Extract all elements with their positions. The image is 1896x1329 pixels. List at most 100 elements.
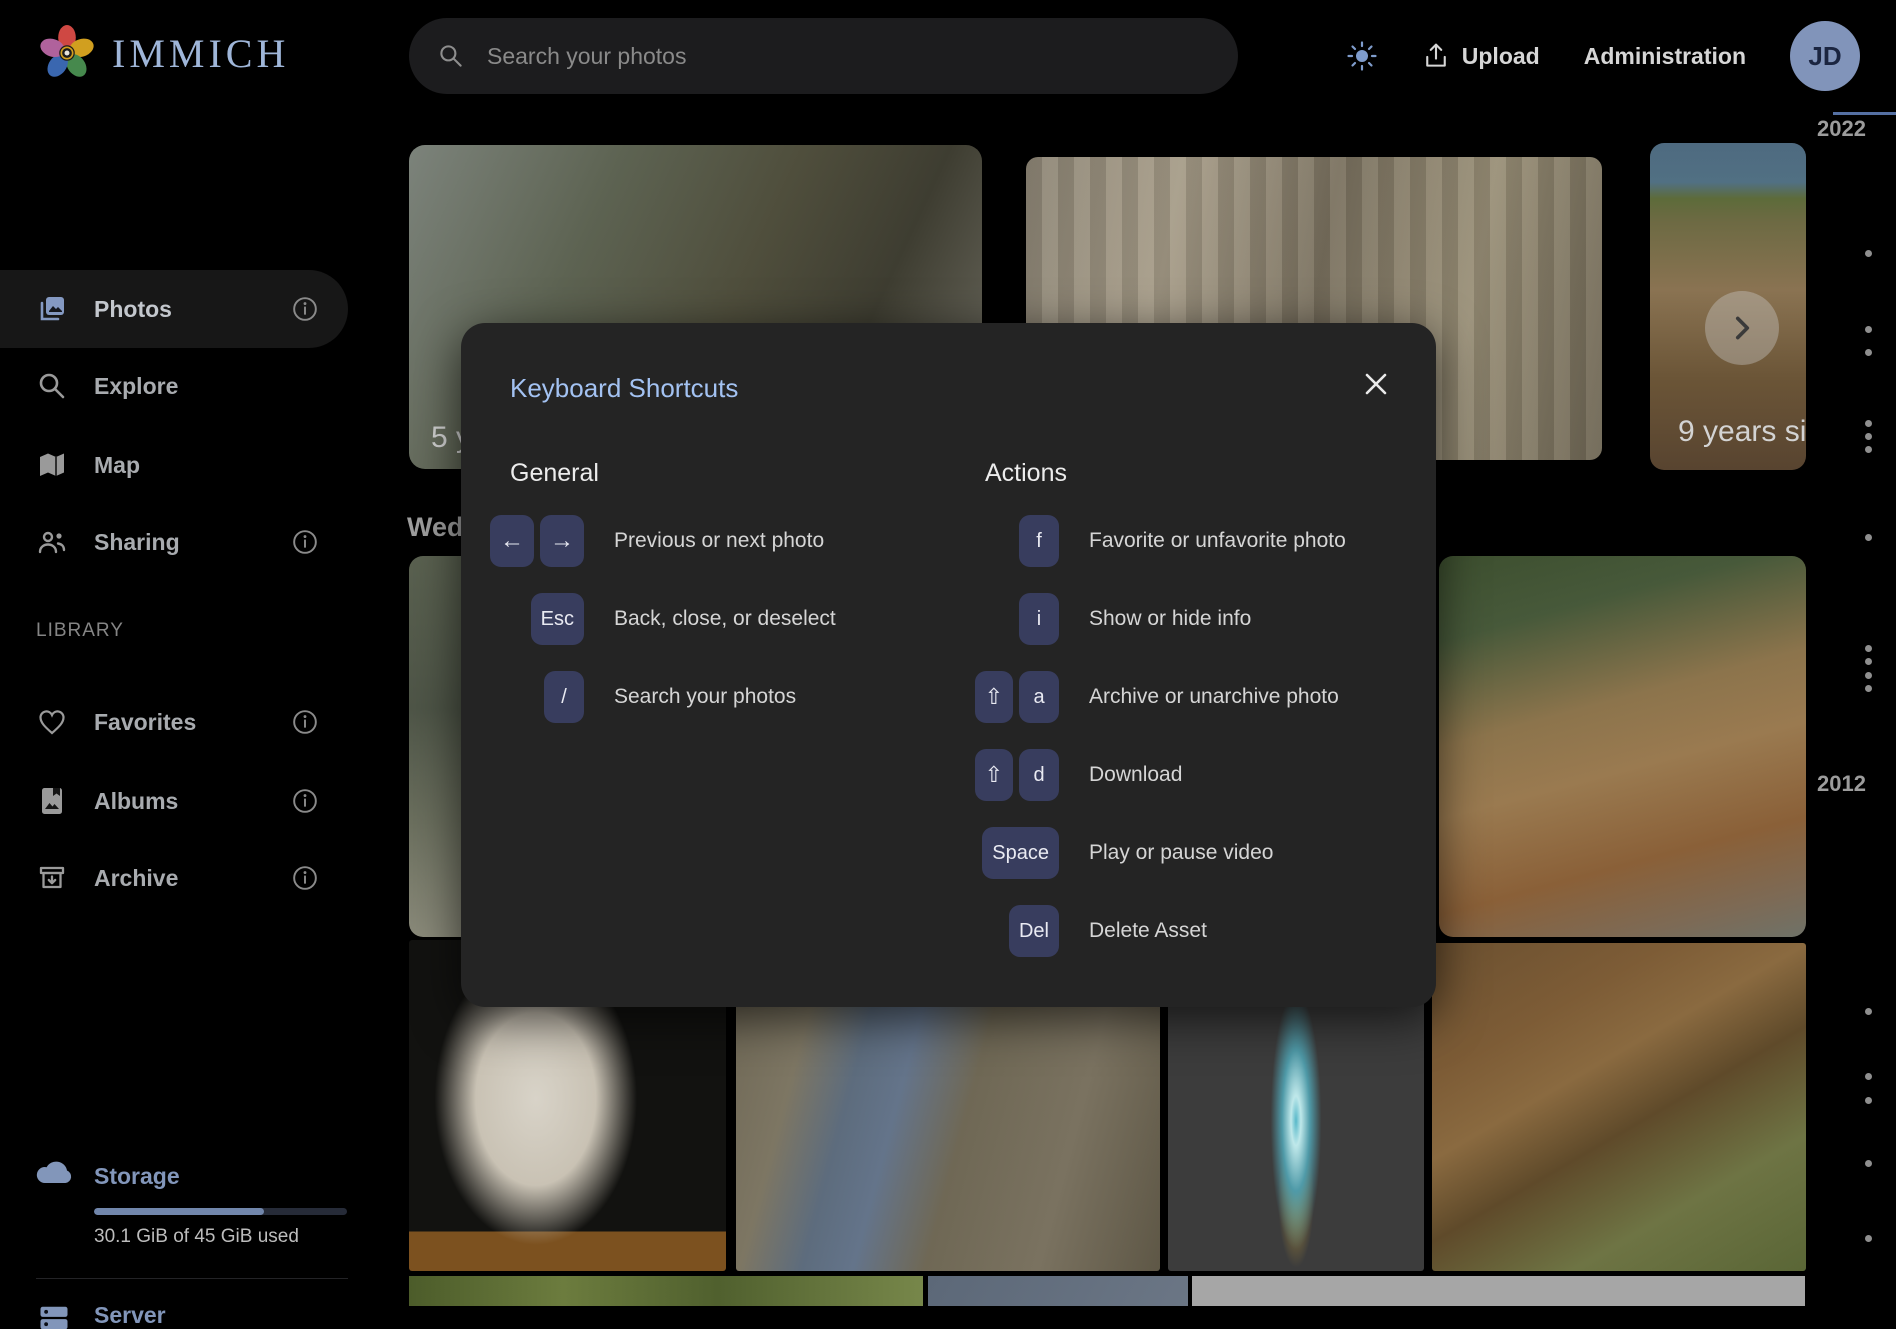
server-icon bbox=[36, 1300, 72, 1329]
album-icon bbox=[36, 785, 68, 817]
sidebar-item-photos[interactable]: Photos bbox=[0, 270, 348, 348]
scrubber-dot bbox=[1865, 645, 1872, 652]
sidebar-item-albums[interactable]: Albums bbox=[0, 762, 348, 840]
shortcut-label: Search your photos bbox=[614, 685, 796, 709]
keycap-arrow-right: → bbox=[540, 515, 584, 567]
search-bar[interactable] bbox=[409, 18, 1238, 94]
photo-thumbnail-sky-strip[interactable] bbox=[928, 1276, 1188, 1306]
scrubber-dot bbox=[1865, 326, 1872, 333]
administration-link[interactable]: Administration bbox=[1584, 43, 1746, 70]
photo-thumbnail-lizard[interactable] bbox=[1432, 943, 1806, 1271]
shortcut-row: ← → Previous or next photo bbox=[510, 502, 950, 580]
sidebar-divider bbox=[36, 1278, 348, 1279]
avatar-initials: JD bbox=[1808, 41, 1841, 72]
upload-icon bbox=[1422, 42, 1450, 70]
immich-logo[interactable]: IMMICH bbox=[38, 24, 289, 82]
top-actions: Upload Administration JD bbox=[1346, 0, 1896, 112]
shortcut-row: f Favorite or unfavorite photo bbox=[985, 502, 1425, 580]
upload-button[interactable]: Upload bbox=[1422, 42, 1540, 70]
search-icon bbox=[437, 42, 465, 70]
storage-title: Storage bbox=[94, 1163, 180, 1190]
sidebar: Photos Explore Map bbox=[0, 112, 348, 1329]
keycap-f: f bbox=[1019, 515, 1059, 567]
shortcut-label: Play or pause video bbox=[1089, 841, 1273, 865]
sidebar-item-label: Photos bbox=[94, 296, 172, 323]
scrubber-dot bbox=[1865, 1073, 1872, 1080]
shortcut-row: / Search your photos bbox=[510, 658, 950, 736]
shortcut-label: Archive or unarchive photo bbox=[1089, 685, 1339, 709]
sidebar-item-sharing[interactable]: Sharing bbox=[0, 503, 348, 581]
sidebar-item-label: Sharing bbox=[94, 529, 180, 556]
scrubber-dot bbox=[1865, 534, 1872, 541]
sidebar-item-label: Favorites bbox=[94, 709, 196, 736]
photos-icon bbox=[36, 293, 68, 325]
shortcut-label: Back, close, or deselect bbox=[614, 607, 836, 631]
scrubber-year-label: 2022 bbox=[1790, 116, 1866, 142]
scrubber-dot bbox=[1865, 349, 1872, 356]
immich-app: 5 y 9 years si Wed, 2022 2012 bbox=[0, 0, 1896, 1329]
keycap-slash: / bbox=[544, 671, 584, 723]
immich-flower-icon bbox=[38, 24, 96, 82]
shortcuts-column-general: General ← → Previous or next photo Esc B… bbox=[510, 455, 950, 736]
info-icon[interactable] bbox=[292, 296, 318, 322]
shortcut-label: Previous or next photo bbox=[614, 529, 824, 553]
keycap-shift: ⇧ bbox=[975, 749, 1013, 801]
scrubber-year-label: 2012 bbox=[1790, 771, 1866, 797]
scrubber-dot bbox=[1865, 672, 1872, 679]
info-icon[interactable] bbox=[292, 529, 318, 555]
theme-toggle-sun-icon[interactable] bbox=[1346, 40, 1378, 72]
map-icon bbox=[36, 449, 68, 481]
scrubber-dot bbox=[1865, 658, 1872, 665]
sidebar-item-favorites[interactable]: Favorites bbox=[0, 683, 348, 761]
administration-label: Administration bbox=[1584, 43, 1746, 70]
photo-thumbnail-canyon[interactable]: 9 years si bbox=[1650, 143, 1806, 470]
sidebar-item-archive[interactable]: Archive bbox=[0, 839, 348, 917]
sidebar-item-explore[interactable]: Explore bbox=[0, 347, 348, 425]
photo-thumbnail-cliff-beach[interactable] bbox=[1439, 556, 1806, 937]
info-icon[interactable] bbox=[292, 865, 318, 891]
archive-icon bbox=[36, 862, 68, 894]
chevron-right-icon bbox=[1725, 311, 1759, 345]
sidebar-item-label: Explore bbox=[94, 373, 178, 400]
shortcut-row: ⇧ d Download bbox=[985, 736, 1425, 814]
sidebar-item-label: Map bbox=[94, 452, 140, 479]
keycap-del: Del bbox=[1009, 905, 1059, 957]
shortcut-label: Favorite or unfavorite photo bbox=[1089, 529, 1346, 553]
brand-name: IMMICH bbox=[112, 30, 289, 77]
info-icon[interactable] bbox=[292, 709, 318, 735]
sidebar-item-map[interactable]: Map bbox=[0, 426, 348, 504]
server-title: Server bbox=[94, 1302, 166, 1329]
shortcut-row: Space Play or pause video bbox=[985, 814, 1425, 892]
scrubber-dot bbox=[1865, 1097, 1872, 1104]
scrubber-dot bbox=[1865, 685, 1872, 692]
scrubber-dot bbox=[1865, 420, 1872, 427]
photo-thumbnail-gray-strip[interactable] bbox=[1192, 1276, 1805, 1306]
storage-progress-fill bbox=[94, 1208, 264, 1215]
people-icon bbox=[36, 526, 68, 558]
keycap-i: i bbox=[1019, 593, 1059, 645]
timeline-scrubber[interactable]: 2022 2012 bbox=[1786, 104, 1896, 1329]
shortcut-row: Esc Back, close, or deselect bbox=[510, 580, 950, 658]
keycap-space: Space bbox=[982, 827, 1059, 879]
shortcut-label: Show or hide info bbox=[1089, 607, 1251, 631]
shortcut-row: ⇧ a Archive or unarchive photo bbox=[985, 658, 1425, 736]
scrubber-dot bbox=[1865, 446, 1872, 453]
scrubber-position-line bbox=[1833, 112, 1896, 115]
search-icon bbox=[36, 370, 68, 402]
keycap-a: a bbox=[1019, 671, 1059, 723]
photo-thumbnail-grass-strip[interactable] bbox=[409, 1276, 923, 1306]
info-icon[interactable] bbox=[292, 788, 318, 814]
keyboard-shortcuts-modal: Keyboard Shortcuts General ← → Previous … bbox=[461, 323, 1436, 1007]
search-input[interactable] bbox=[485, 42, 1089, 71]
keycap-d: d bbox=[1019, 749, 1059, 801]
user-avatar[interactable]: JD bbox=[1790, 21, 1860, 91]
modal-close-button[interactable] bbox=[1359, 367, 1393, 401]
memory-next-button[interactable] bbox=[1705, 291, 1779, 365]
column-heading: Actions bbox=[985, 455, 1425, 491]
close-icon bbox=[1361, 369, 1391, 399]
top-bar: IMMICH bbox=[0, 0, 1896, 112]
shortcut-label: Delete Asset bbox=[1089, 919, 1207, 943]
scrubber-dot bbox=[1865, 433, 1872, 440]
scrubber-dot bbox=[1865, 1235, 1872, 1242]
storage-usage-text: 30.1 GiB of 45 GiB used bbox=[94, 1226, 299, 1248]
